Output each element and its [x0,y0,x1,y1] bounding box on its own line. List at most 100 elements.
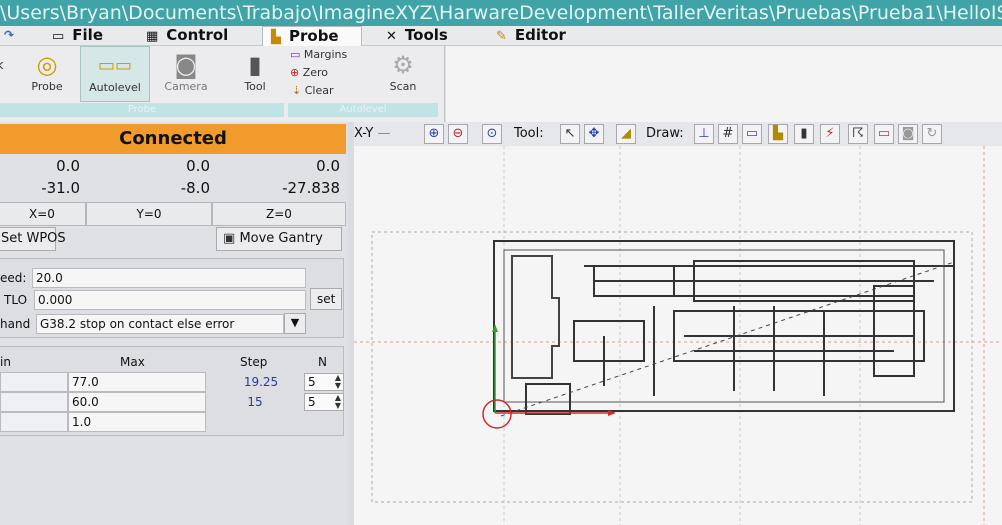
zoom-in-icon[interactable]: ⊕ [424,124,444,144]
tab-editor[interactable]: ✎ Editor [488,26,574,46]
tab-probe[interactable]: ▙ Probe [262,26,362,47]
ruler-icon[interactable]: ◢ [616,124,636,144]
pcb-inner-outline [503,249,945,403]
margins-draw-icon[interactable]: ▭ [742,124,762,144]
command-label: hand [0,317,31,331]
refresh-icon[interactable]: ↻ [922,124,942,144]
view-dropdown-icon: — [377,126,391,141]
chevron-down-icon[interactable]: ▼ [284,313,306,334]
probe-icon: ▙ [271,30,281,45]
file-icon: ▭ [52,29,65,44]
work-area-rect [371,231,973,503]
menu-bar: ↷ ▭ File ▦ Control ▙ Probe ✕ Tools ✎ Editor [0,26,1002,47]
tape-measure-icon: ◎ [36,51,58,79]
gear-icon: ⚙ [392,51,414,79]
camera-button[interactable]: ◙ Camera [160,50,212,93]
spinner-arrows-icon: ▲ ▼ [334,373,341,390]
tab-tools[interactable]: ✕ Tools [378,26,456,46]
pcb-connector [525,383,571,415]
tlo-label: TLO [4,293,28,307]
set-wpos-button[interactable]: Set WPOS [0,227,66,251]
rapid-moves-icon[interactable]: ⚡ [820,124,840,144]
file-path-title: \Users\Bryan\Documents\Trabajo\ImagineXY… [0,2,1002,24]
tlo-input[interactable]: 0.000 [34,290,306,310]
move-gantry-button[interactable]: ▣ Move Gantry [216,227,342,251]
header-n: N [318,355,327,369]
clear-button[interactable]: ⇣ Clear [292,84,334,97]
work-y-value: 0.0 [186,157,210,175]
ribbon-partial-button[interactable]: k [0,50,10,80]
tlo-set-button[interactable]: set [310,288,342,310]
pcb-trace-block [873,285,915,377]
probe-draw-icon[interactable]: ▙ [768,124,788,144]
grid-icon[interactable]: # [718,124,738,144]
y-axis-arrow-icon [492,324,498,332]
tool-draw-icon[interactable]: ▮ [794,124,814,144]
work-x-value: 0.0 [56,157,80,175]
x-min-input[interactable] [0,372,68,392]
tool-label: Tool: [514,126,544,141]
pcb-trace-block [573,320,645,362]
probe-group-label: Probe [0,103,284,117]
z-min-input[interactable] [0,412,68,432]
zero-icon: ⊕ [290,66,300,79]
machine-y-value: -8.0 [180,179,210,197]
camera-draw-icon[interactable]: ◙ [898,124,918,144]
view-select[interactable]: X-Y — [354,126,391,141]
x-n-stepper[interactable]: 5 ▲ ▼ [304,373,344,391]
canvas-area: X-Y — ⊕ ⊖ ⊙ Tool: ↖ ✥ ◢ Draw: ⊥ # ▭ ▙ ▮ … [354,122,1002,525]
machine-x-value: -31.0 [41,179,80,197]
tools-icon: ✕ [386,29,397,44]
y-min-input[interactable] [0,392,68,412]
probe-command-select[interactable]: G38.2 stop on contact else error [36,314,284,334]
gantry-icon: ▣ [223,231,236,246]
z-max-input[interactable]: 1.0 [68,412,206,432]
machine-z-value: -27.838 [282,179,340,197]
canvas-toolbar: X-Y — ⊕ ⊖ ⊙ Tool: ↖ ✥ ◢ Draw: ⊥ # ▭ ▙ ▮ … [354,122,1002,146]
running-icon[interactable]: ☈ [848,124,868,144]
spinner-arrows-icon: ▲ ▼ [334,393,341,410]
origin-marker [482,399,512,429]
pan-icon[interactable]: ✥ [584,124,604,144]
header-max: Max [120,355,145,369]
autolevel-icon: ▭▭ [97,55,132,76]
zero-z-button[interactable]: Z=0 [212,202,346,226]
quick-access-icon[interactable]: ↷ [0,26,14,46]
feed-label: eed: [0,271,27,285]
zero-button[interactable]: ⊕ Zero [290,66,328,79]
tab-control[interactable]: ▦ Control [138,26,236,46]
tab-file[interactable]: ▭ File [44,26,111,46]
scan-button[interactable]: ⚙ Scan [380,50,426,93]
autolevel-group-label: Autolevel [288,103,438,117]
axes-icon[interactable]: ⊥ [694,124,714,144]
tool-button[interactable]: ▮ Tool [234,50,276,93]
y-max-input[interactable]: 60.0 [68,392,206,412]
zero-x-button[interactable]: X=0 [0,202,86,226]
draw-label: Draw: [646,126,684,141]
workarea-icon[interactable]: ▭ [874,124,894,144]
margins-button[interactable]: ▭ Margins [290,48,347,61]
clear-icon: ⇣ [292,84,302,97]
y-n-stepper[interactable]: 5 ▲ ▼ [304,393,344,411]
zoom-fit-icon[interactable]: ⊙ [482,124,502,144]
autolevel-button[interactable]: ▭▭ Autolevel [80,46,150,102]
pcb-pad [511,255,560,379]
probe-button[interactable]: ◎ Probe [24,50,70,93]
header-step: Step [240,355,268,369]
zero-y-button[interactable]: Y=0 [86,202,212,226]
control-panel: Connected 0.0 0.0 0.0 -31.0 -8.0 -27.838… [0,122,348,525]
camera-icon: ◙ [174,51,198,79]
gcode-canvas[interactable] [354,146,1002,525]
select-arrow-icon[interactable]: ↖ [560,124,580,144]
window-title-bar: \Users\Bryan\Documents\Trabajo\ImagineXY… [0,0,1002,26]
feed-input[interactable]: 20.0 [32,268,306,288]
header-min: in [0,355,11,369]
margins-icon: ▭ [290,48,301,61]
control-icon: ▦ [146,29,159,44]
connection-status-bar: Connected [0,124,346,154]
zoom-out-icon[interactable]: ⊖ [448,124,468,144]
editor-icon: ✎ [496,29,507,44]
x-step-value: 19.25 [243,375,279,389]
x-max-input[interactable]: 77.0 [68,372,206,392]
work-z-value: 0.0 [316,157,340,175]
